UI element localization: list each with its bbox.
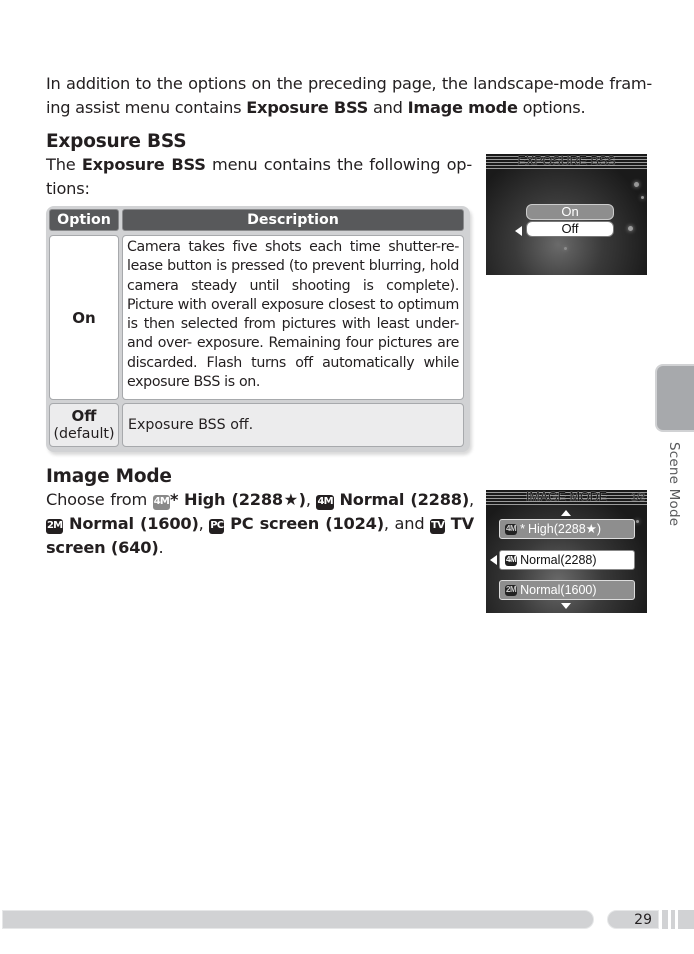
camera-screen-image-mode: IMAGE MODE 1/2 4M * High(2288★) 4M Normal(2… [486,490,647,613]
camera-screen-exposure-bss: EXPOSURE BSS On Off [486,154,647,275]
intro-bold-exposure-bss: Exposure BSS [246,98,369,117]
screen-row-normal-2288[interactable]: 4M Normal(2288) [499,550,635,570]
exposure-bss-paragraph: The Exposure BSS menu contains the follo… [46,153,472,201]
table-cell-description-on: Camera takes five shots each time shutte… [122,235,464,400]
para-text: The [46,155,82,174]
table-cell-option-on: On [49,235,119,400]
para-text: Choose from [46,490,153,509]
image-mode-heading: Image Mode [46,466,172,487]
image-size-4m-icon: 4M [152,495,171,510]
bokeh-dot [564,247,567,250]
period: . [158,538,164,557]
separator: , [469,490,474,509]
bokeh-dot [634,182,639,187]
row-label: Normal(1600) [520,583,597,597]
option-label: Off [71,407,97,425]
image-size-2m-icon: 2M [505,584,518,596]
option-label: On [72,308,96,327]
exposure-bss-heading: Exposure BSS [46,131,187,152]
screen-option-on[interactable]: On [526,204,614,220]
star-mark: * [520,522,525,536]
separator: , and [383,514,431,533]
scroll-down-arrow-icon[interactable] [561,603,571,609]
bokeh-dot [628,226,633,231]
image-size-pc-icon: PC [209,519,225,534]
intro-bold-image-mode: Image mode [407,98,518,117]
image-size-4m-icon: 4M [316,495,334,510]
footer-bar [2,910,594,929]
section-side-tab[interactable] [655,364,694,432]
exposure-bss-options-table: Option Description On Camera takes five … [46,206,470,452]
para-bold: Exposure BSS [81,155,206,174]
screen-option-off[interactable]: Off [526,221,614,237]
separator: , [305,490,317,509]
separator: , [198,514,210,533]
footer-stripe [671,910,675,929]
bokeh-dot [641,196,644,199]
scroll-up-arrow-icon[interactable] [561,510,571,516]
screen-row-high-2288[interactable]: 4M * High(2288★) [499,519,635,539]
image-size-4m-icon: 4M [505,523,518,535]
intro-text: and [368,98,408,117]
row-label: High(2288★) [528,522,602,536]
intro-paragraph: In addition to the options on the preced… [46,72,652,120]
page-number: 29 [607,910,659,929]
selection-cursor-icon [490,555,497,565]
screen-title-bar: IMAGE MODE 1/2 [486,490,647,505]
table-cell-description-off: Exposure BSS off. [122,403,464,447]
screen-title: IMAGE MODE [525,490,608,504]
screen-page-indicator: 1/2 [631,492,645,503]
footer-stripe [662,910,668,929]
image-size-4m-icon: 4M [505,554,518,566]
screen-row-normal-1600[interactable]: 2M Normal(1600) [499,580,635,600]
intro-text: options. [517,98,586,117]
table-cell-option-off: Off (default) [49,403,119,447]
image-size-tv-icon: TV [430,519,446,534]
image-mode-paragraph: Choose from 4M* High (2288★), 4M Normal … [46,488,474,560]
row-label: Normal(2288) [520,553,597,567]
table-header-description: Description [122,209,464,231]
screen-title-bar: EXPOSURE BSS [486,154,647,169]
mode-pc-screen-1024: PC screen (1024) [230,514,384,533]
footer-stripe [678,910,694,929]
mode-normal-1600: Normal (1600) [69,514,199,533]
image-size-2m-icon: 2M [46,519,64,534]
section-side-label: Scene Mode [666,442,682,527]
bokeh-dot [636,520,639,523]
mode-high-2288: High (2288★) [183,490,306,509]
mode-normal-2288: Normal (2288) [339,490,470,509]
option-default-note: (default) [53,426,115,442]
screen-title: EXPOSURE BSS [517,154,616,168]
star-mark: * [170,490,179,509]
selection-cursor-icon [515,226,522,236]
table-header-option: Option [49,209,119,231]
